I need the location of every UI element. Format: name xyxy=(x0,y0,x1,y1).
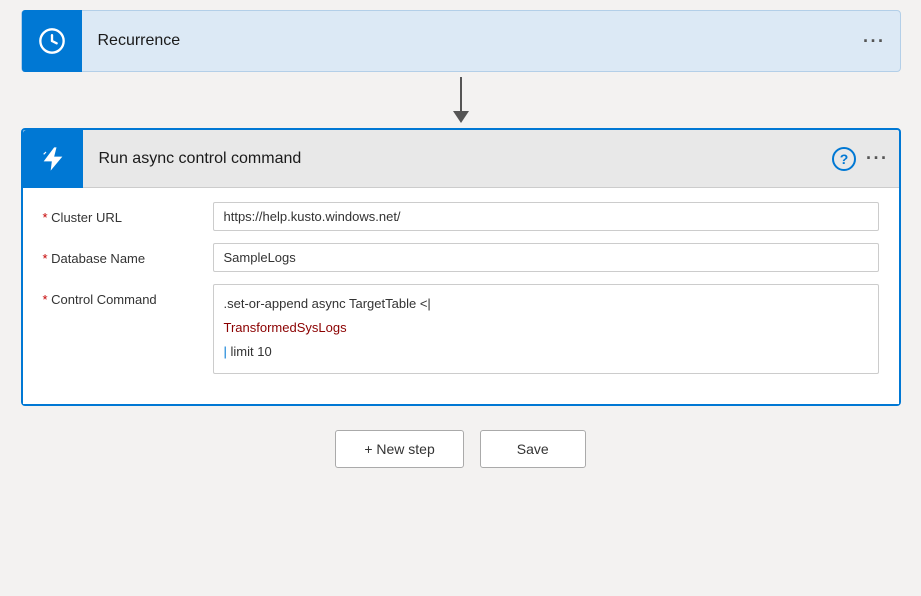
control-command-row: * Control Command .set-or-append async T… xyxy=(43,284,879,374)
cluster-url-input[interactable] xyxy=(213,202,879,231)
arrow-connector xyxy=(453,72,469,128)
async-card-header: Run async control command ? ··· xyxy=(23,130,899,188)
async-card: Run async control command ? ··· * Cluste… xyxy=(21,128,901,406)
control-command-required: * xyxy=(43,292,52,307)
async-header-actions: ? ··· xyxy=(832,147,898,171)
command-line-3: | limit 10 xyxy=(224,341,868,363)
recurrence-title: Recurrence xyxy=(82,32,850,50)
help-icon[interactable]: ? xyxy=(832,147,856,171)
command-line-2: TransformedSysLogs xyxy=(224,317,868,339)
arrow-head-icon xyxy=(453,111,469,123)
cluster-url-label-text: Cluster URL xyxy=(51,210,122,225)
database-name-label-text: Database Name xyxy=(51,251,145,266)
async-card-body: * Cluster URL * Database Name * Control … xyxy=(23,188,899,404)
database-name-row: * Database Name xyxy=(43,243,879,272)
recurrence-card: Recurrence ··· xyxy=(21,10,901,72)
database-name-input[interactable] xyxy=(213,243,879,272)
cluster-url-label: * Cluster URL xyxy=(43,202,213,225)
cluster-url-required: * xyxy=(43,210,52,225)
bottom-actions: + New step Save xyxy=(335,430,585,468)
control-command-label: * Control Command xyxy=(43,284,213,307)
new-step-button[interactable]: + New step xyxy=(335,430,463,468)
kusto-icon xyxy=(39,145,67,173)
recurrence-icon-box xyxy=(22,10,82,72)
control-command-label-text: Control Command xyxy=(51,292,157,307)
database-name-label: * Database Name xyxy=(43,243,213,266)
limit-text: limit 10 xyxy=(231,344,272,359)
async-icon-box xyxy=(23,130,83,188)
pipe-symbol: | xyxy=(224,344,231,359)
database-name-required: * xyxy=(43,251,52,266)
clock-icon xyxy=(38,27,66,55)
cluster-url-row: * Cluster URL xyxy=(43,202,879,231)
async-card-menu[interactable]: ··· xyxy=(866,148,888,169)
async-card-title: Run async control command xyxy=(83,150,833,168)
connector-line xyxy=(460,77,462,111)
control-command-block[interactable]: .set-or-append async TargetTable <| Tran… xyxy=(213,284,879,374)
recurrence-menu[interactable]: ··· xyxy=(849,31,899,52)
save-button[interactable]: Save xyxy=(480,430,586,468)
command-line-1: .set-or-append async TargetTable <| xyxy=(224,293,868,315)
